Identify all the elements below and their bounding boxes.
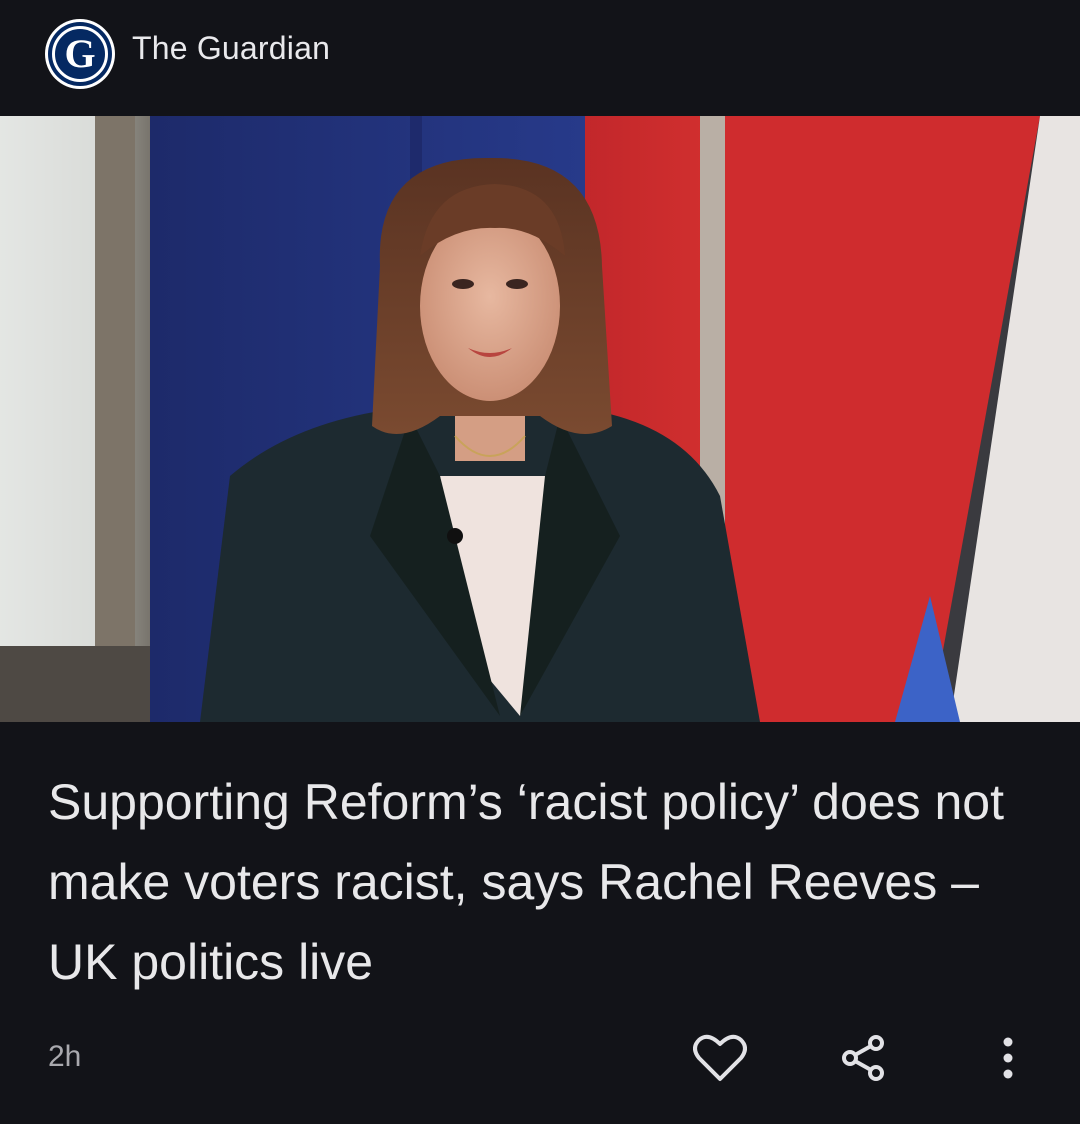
share-button[interactable]	[836, 1030, 892, 1086]
heart-icon	[693, 1034, 747, 1081]
more-options-button[interactable]	[980, 1030, 1036, 1086]
share-icon	[842, 1035, 884, 1081]
like-button[interactable]	[692, 1030, 748, 1086]
news-card[interactable]: G The Guardian Supporting Reform’s ‘raci…	[0, 0, 1080, 1124]
article-headline[interactable]: Supporting Reform’s ‘racist policy’ does…	[48, 762, 1038, 1002]
card-header: G The Guardian	[0, 0, 1080, 116]
publisher-name[interactable]: The Guardian	[132, 30, 330, 67]
more-vert-icon	[1003, 1037, 1013, 1079]
article-photo	[0, 116, 1080, 722]
guardian-g-icon: G	[52, 26, 108, 82]
publisher-logo[interactable]: G	[48, 22, 112, 86]
article-age: 2h	[48, 1040, 82, 1073]
article-image[interactable]	[0, 116, 1080, 722]
